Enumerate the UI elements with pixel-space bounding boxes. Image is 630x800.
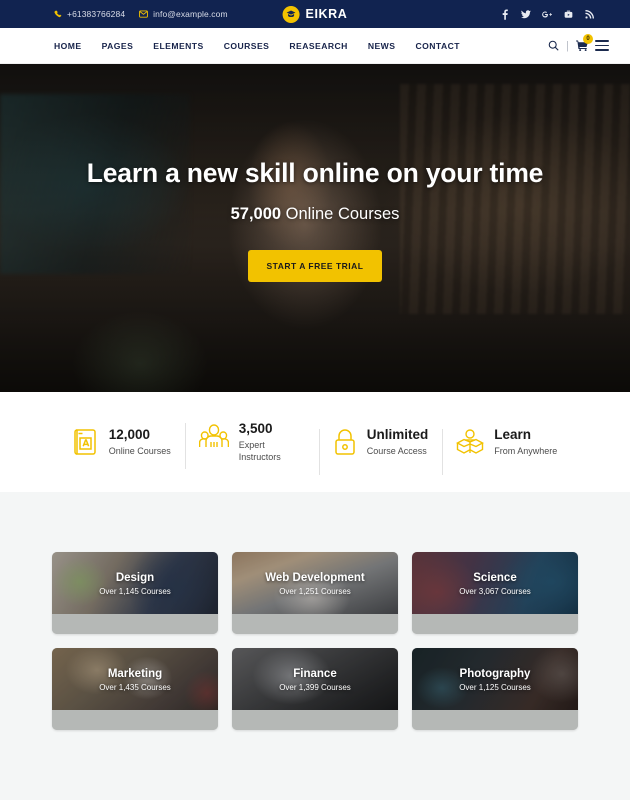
hero-subtitle-text: Online Courses (281, 205, 400, 223)
category-footer (232, 614, 398, 634)
padlock-icon (333, 428, 357, 456)
stat-course-access: Unlimited Course Access (318, 427, 443, 475)
rss-icon[interactable] (584, 8, 594, 20)
start-free-trial-button[interactable]: START A FREE TRIAL (247, 250, 383, 282)
stats-bar: 12,000 Online Courses 3,500 Expert Instr… (0, 392, 630, 492)
category-card-design[interactable]: Design Over 1,145 Courses (52, 552, 218, 634)
category-course-count: Over 1,435 Courses (99, 683, 171, 692)
stat-value: 3,500 (238, 421, 273, 437)
category-title: Marketing (107, 668, 163, 680)
category-title: Web Development (265, 572, 365, 584)
hero-banner: Learn a new skill online on your time 57… (0, 64, 630, 392)
category-card-science[interactable]: Science Over 3,067 Courses (412, 552, 578, 634)
nav-separator: | (566, 39, 569, 52)
category-card-marketing[interactable]: Marketing Over 1,435 Courses (52, 648, 218, 730)
main-navigation-bar: HOME PAGES ELEMENTS COURSES REASEARCH NE… (0, 28, 630, 64)
category-title: Science (473, 572, 517, 584)
phone-icon (54, 10, 62, 18)
twitter-icon[interactable] (521, 8, 531, 20)
category-course-count: Over 3,067 Courses (459, 587, 531, 596)
category-footer (52, 614, 218, 634)
brand-name: EIKRA (305, 7, 348, 21)
search-icon[interactable] (548, 40, 559, 51)
facebook-icon[interactable] (500, 8, 510, 20)
stat-label: Expert Instructors (238, 439, 281, 462)
nav-item-home[interactable]: HOME (54, 41, 82, 51)
category-footer (412, 710, 578, 730)
category-footer (52, 710, 218, 730)
stat-value: Unlimited (366, 427, 429, 443)
category-card-finance[interactable]: Finance Over 1,399 Courses (232, 648, 398, 730)
category-title: Design (115, 572, 155, 584)
youtube-icon[interactable] (563, 8, 573, 20)
hero-title: Learn a new skill online on your time (86, 158, 544, 188)
nav-item-news[interactable]: NEWS (368, 41, 396, 51)
course-categories-section: Design Over 1,145 Courses Web Developmen… (0, 492, 630, 800)
stat-online-courses: 12,000 Online Courses (59, 427, 185, 457)
category-course-count: Over 1,145 Courses (99, 587, 171, 596)
category-grid: Design Over 1,145 Courses Web Developmen… (52, 552, 578, 730)
site-logo[interactable]: EIKRA (282, 5, 348, 23)
top-contact-bar: +61383766284 info@example.com EIKRA (0, 0, 630, 28)
social-links (500, 8, 594, 20)
stat-expert-instructors: 3,500 Expert Instructors (184, 421, 319, 469)
phone-number: +61383766284 (67, 9, 126, 19)
nav-item-elements[interactable]: ELEMENTS (153, 41, 203, 51)
top-contact-info: +61383766284 info@example.com (54, 9, 228, 19)
stat-label: Online Courses (108, 445, 171, 456)
category-card-web-development[interactable]: Web Development Over 1,251 Courses (232, 552, 398, 634)
category-title: Finance (293, 668, 337, 680)
cart-count-badge: 0 (583, 34, 593, 44)
graduation-cap-icon (282, 5, 300, 23)
email-address: info@example.com (153, 9, 228, 19)
stat-value: 12,000 (108, 427, 150, 443)
nav-item-pages[interactable]: PAGES (102, 41, 134, 51)
stat-value: Learn (494, 427, 532, 443)
person-reading-book-icon (456, 428, 485, 456)
hamburger-menu-icon[interactable] (595, 40, 609, 51)
nav-tools: | 0 (548, 34, 609, 52)
email-contact[interactable]: info@example.com (139, 9, 228, 19)
phone-contact[interactable]: +61383766284 (54, 9, 125, 19)
google-plus-icon[interactable] (542, 8, 552, 20)
category-course-count: Over 1,251 Courses (279, 587, 351, 596)
category-title: Photography (459, 668, 531, 680)
stat-label: Course Access (366, 445, 427, 456)
shopping-cart-button[interactable]: 0 (576, 34, 593, 51)
nav-links: HOME PAGES ELEMENTS COURSES REASEARCH NE… (54, 41, 460, 51)
hero-subtitle: 57,000 Online Courses (231, 205, 400, 224)
stat-label: From Anywhere (494, 445, 558, 456)
category-footer (232, 710, 398, 730)
book-icon (73, 428, 99, 456)
hero-course-count: 57,000 (230, 205, 282, 223)
category-course-count: Over 1,125 Courses (459, 683, 531, 692)
category-card-photography[interactable]: Photography Over 1,125 Courses (412, 648, 578, 730)
stat-learn-anywhere: Learn From Anywhere (442, 427, 571, 475)
category-course-count: Over 1,399 Courses (279, 683, 351, 692)
nav-item-contact[interactable]: CONTACT (415, 41, 460, 51)
category-footer (412, 614, 578, 634)
nav-item-reasearch[interactable]: REASEARCH (289, 41, 347, 51)
nav-item-courses[interactable]: COURSES (224, 41, 270, 51)
instructors-group-icon (198, 422, 229, 450)
envelope-icon (139, 10, 149, 18)
